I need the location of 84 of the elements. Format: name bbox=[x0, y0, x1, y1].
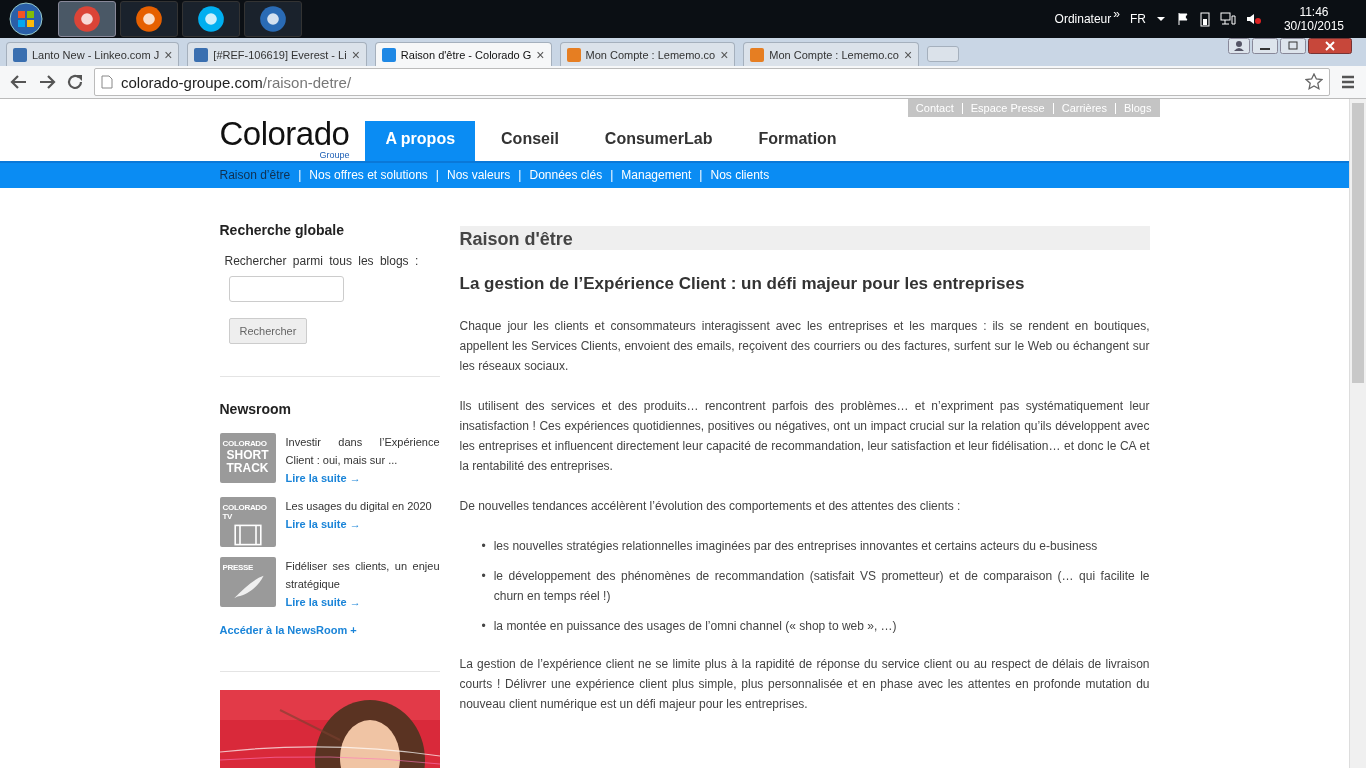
user-label: Ordinateur bbox=[1054, 12, 1112, 26]
favicon-icon bbox=[381, 47, 396, 62]
network-icon[interactable] bbox=[1219, 12, 1236, 26]
read-more-link[interactable]: Lire la suite → bbox=[285, 469, 440, 487]
browser-tab[interactable]: Lanto New - Linkeo.com J × bbox=[6, 42, 180, 66]
minimize-icon[interactable] bbox=[1252, 38, 1278, 54]
read-more-link[interactable]: Lire la suite → bbox=[285, 593, 440, 611]
section-title: Newsroom bbox=[219, 401, 293, 417]
sub-nav-link[interactable]: Nos offres et solutions bbox=[309, 167, 428, 182]
separator: | bbox=[435, 167, 439, 182]
sub-nav-link[interactable]: Données clés bbox=[529, 167, 603, 182]
newsroom-link[interactable]: Accéder à la NewsRoom + bbox=[219, 621, 440, 639]
back-icon[interactable] bbox=[10, 73, 28, 91]
news-title: Les usages du digital en 2020 bbox=[285, 499, 432, 514]
forward-icon[interactable] bbox=[38, 73, 56, 91]
separator: | bbox=[298, 167, 302, 182]
app-icon bbox=[135, 5, 163, 33]
bullet-marker: • bbox=[481, 618, 486, 635]
nav-tab[interactable]: ConsumerLab bbox=[584, 121, 733, 161]
paragraph: La gestion de l’expérience client ne se limite plus à la rapidité de réponse du service client ou au respect de délais de livraison courts ! Délivrer une expérience client plus simple, plus personnalisée et en phase avec les attentes en profonde mutation du nouveau client numérique est un défi majeur pour les entreprises. bbox=[459, 656, 1150, 713]
search-field[interactable] bbox=[228, 276, 344, 302]
bullet-item: le développement des phénomènes de recommandation (satisfait VS prometteur) et de comparaison (… qui facilite le churn en temps réel !) bbox=[493, 568, 1150, 605]
close-tab-button[interactable]: × bbox=[164, 46, 173, 63]
sub-nav-link[interactable]: Nos clients bbox=[710, 167, 770, 182]
flag-icon[interactable] bbox=[1175, 12, 1190, 26]
profile-icon[interactable] bbox=[1228, 38, 1250, 54]
bullet-item: la montée en puissance des usages de l’omni channel (« shop to web », …) bbox=[493, 618, 897, 635]
favicon-icon bbox=[566, 47, 581, 62]
bullet-marker: • bbox=[481, 538, 486, 555]
address-bar[interactable]: colorado-groupe.com/raison-detre/ bbox=[94, 68, 1330, 96]
separator: | bbox=[518, 167, 522, 182]
reload-icon[interactable] bbox=[66, 73, 84, 91]
paragraph: Ils utilisent des services et des produits… rencontrent parfois des problèmes… et n’expriment pas systématiquement leur insatisfaction ! Ces expériences quotidiennes, positives ou négatives, ont un impact crucial sur la relation qu’ils développent avec les entreprises et influencent directement leur capacité de recommandation, leur satisfaction et leur fidélisation… et donc le CA et la rentabilité des entreprises. bbox=[459, 398, 1150, 475]
favicon-icon bbox=[194, 47, 209, 62]
tray-chevron[interactable]: » bbox=[1113, 7, 1120, 21]
favicon-icon bbox=[13, 47, 27, 62]
nav-tab[interactable]: Conseil bbox=[481, 121, 579, 161]
close-tab-button[interactable]: × bbox=[536, 46, 545, 63]
browser-tab[interactable]: Mon Compte : Lememo.co × bbox=[559, 42, 736, 66]
browser-tab[interactable]: Mon Compte : Lememo.co × bbox=[743, 42, 920, 66]
close-icon[interactable] bbox=[1308, 38, 1352, 54]
app-icon bbox=[197, 5, 225, 33]
sub-nav-link[interactable]: Nos valeurs bbox=[447, 167, 511, 182]
separator: | bbox=[610, 167, 614, 182]
muted-speaker-icon[interactable] bbox=[1245, 12, 1262, 26]
news-title: Fidéliser ses clients, un enjeu stratégique bbox=[285, 559, 440, 592]
browser-tab[interactable]: [#REF-106619] Everest - Li × bbox=[187, 42, 367, 66]
nav-tab[interactable]: Formation bbox=[738, 121, 857, 161]
browser-tab[interactable]: Raison d'être - Colorado G × bbox=[374, 42, 552, 66]
paragraph: De nouvelles tendances accélèrent l’évolution des comportements et des attentes des clients : bbox=[459, 498, 962, 515]
dropdown-icon[interactable] bbox=[1155, 15, 1166, 23]
close-tab-button[interactable]: × bbox=[903, 46, 913, 63]
bullet-item: les nouvelles stratégies relationnelles imaginées par des entreprises innovantes et certains acteurs du e-business bbox=[493, 538, 1098, 555]
language-indicator[interactable]: FR bbox=[1129, 12, 1146, 26]
app-icon bbox=[73, 5, 101, 33]
clock-time[interactable]: 11:46 bbox=[1299, 5, 1329, 19]
page-icon bbox=[101, 75, 113, 89]
sub-nav-link[interactable]: Management bbox=[621, 167, 692, 182]
search-button[interactable]: Rechercher bbox=[228, 318, 308, 344]
sub-nav-link[interactable]: Raison d’être bbox=[219, 167, 291, 182]
clock-date[interactable]: 30/10/2015 bbox=[1283, 19, 1344, 33]
search-label: Rechercher parmi tous les blogs : bbox=[224, 254, 420, 268]
bullet-marker: • bbox=[481, 568, 486, 585]
separator: | bbox=[699, 167, 703, 182]
news-title: Investir dans l’Expérience Client : oui, mais sur ... bbox=[285, 435, 440, 468]
battery-icon[interactable] bbox=[1199, 11, 1210, 27]
logo[interactable]: Colorado Groupe bbox=[219, 117, 350, 161]
taskbar-app[interactable] bbox=[182, 1, 240, 37]
scrollbar[interactable] bbox=[1349, 99, 1366, 768]
read-more-link[interactable]: Lire la suite → bbox=[285, 515, 432, 533]
favicon-icon bbox=[750, 47, 765, 62]
start-button[interactable] bbox=[6, 1, 46, 37]
bookmark-star-icon[interactable] bbox=[1305, 73, 1323, 91]
menu-icon[interactable] bbox=[1340, 74, 1356, 90]
close-tab-button[interactable]: × bbox=[720, 46, 729, 63]
section-title: Recherche globale bbox=[219, 222, 345, 238]
taskbar-app[interactable] bbox=[120, 1, 178, 37]
taskbar-app[interactable] bbox=[244, 1, 302, 37]
article-heading: La gestion de l’Expérience Client : un défi majeur pour les entreprises bbox=[459, 274, 1026, 294]
app-icon bbox=[259, 5, 287, 33]
page-title: Raison d'être bbox=[459, 226, 1150, 250]
nav-tab[interactable]: A propos bbox=[365, 121, 476, 161]
paragraph: Chaque jour les clients et consommateurs interagissent avec les entreprises et les marques : ils se rendent en boutiques, appellent les Services Clients, envoient des emails, reçoivent des courriers ou des factures, surfent sur le Web ou échangent sur les réseaux sociaux. bbox=[459, 318, 1150, 375]
close-tab-button[interactable]: × bbox=[351, 46, 360, 63]
